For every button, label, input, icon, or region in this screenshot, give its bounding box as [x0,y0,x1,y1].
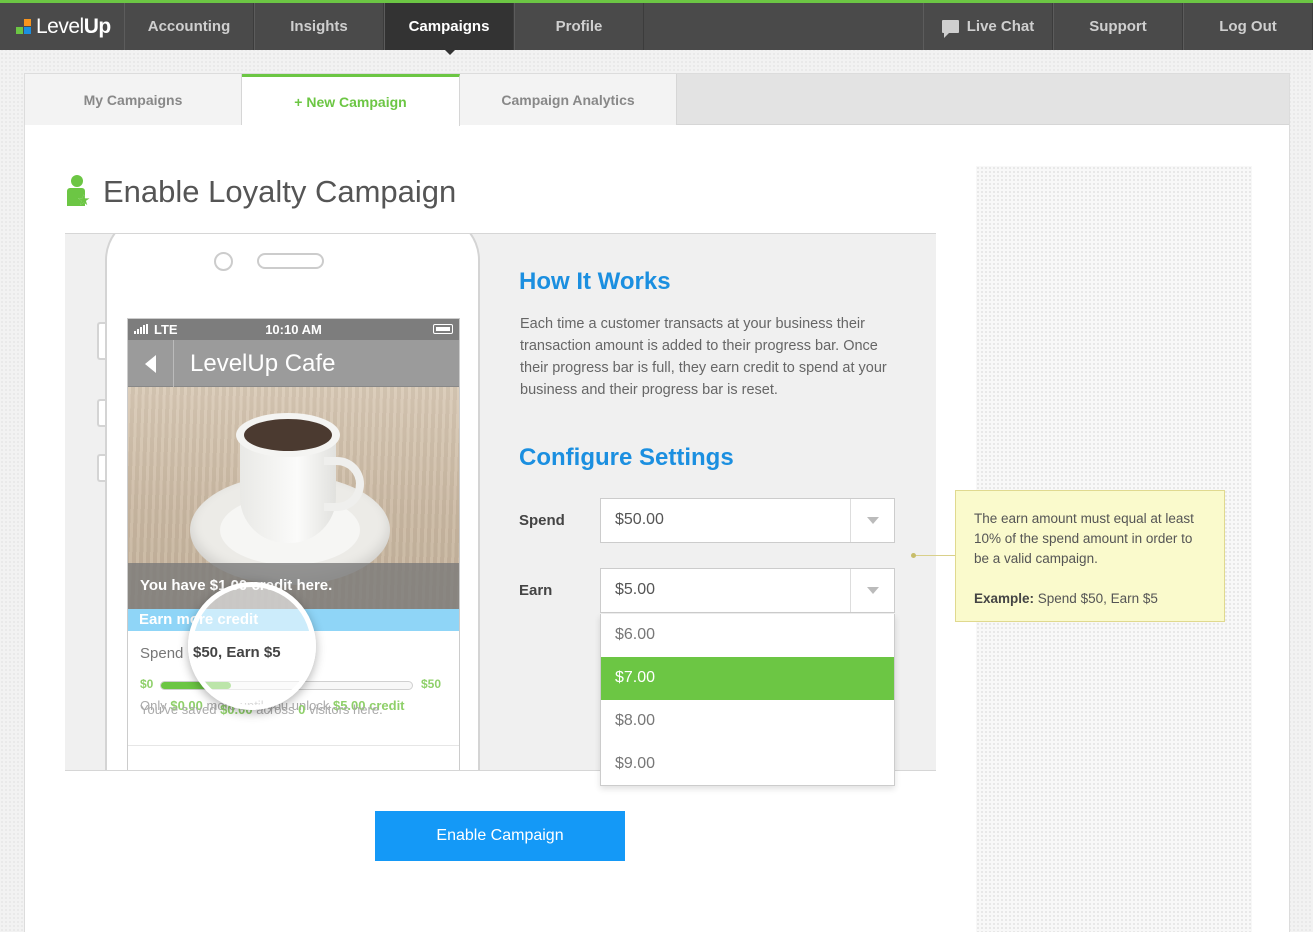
back-arrow-icon [128,340,174,387]
earn-options-list: $6.00 $7.00 $8.00 $9.00 [600,614,895,786]
progress-min-label: $0 [140,677,154,691]
magnified-spend-earn: $50, Earn $5 [193,644,281,661]
campaign-panel: My Campaigns + New Campaign Campaign Ana… [24,73,1290,932]
spend-select[interactable]: $50.00 [600,498,895,543]
earn-select[interactable]: $5.00 [600,568,895,613]
phone-mute-button [97,322,105,360]
page-title: Enable Loyalty Campaign [103,174,457,209]
coffee-photo: You have $1.00 credit here. [128,387,459,609]
how-it-works-text: Each time a customer transacts at your b… [520,316,887,398]
status-time: 10:10 AM [265,322,322,337]
enable-campaign-button[interactable]: Enable Campaign [375,811,625,861]
nav-insights[interactable]: Insights [254,3,384,50]
phone-speaker-icon [257,253,324,269]
nav-campaigns[interactable]: Campaigns [384,3,514,50]
nav-accounting[interactable]: Accounting [124,3,254,50]
active-nav-caret-icon [442,47,458,55]
logo-text: LevelUp [36,14,111,38]
battery-icon [433,324,453,334]
phone-volume-down-button [97,454,105,482]
phone-volume-up-button [97,399,105,427]
spend-value: $50.00 [615,511,664,528]
nav-live-chat[interactable]: Live Chat [923,3,1053,50]
phone-camera-icon [214,252,233,271]
how-it-works-heading: How It Works [519,268,671,295]
logo-mark-icon [16,18,32,35]
spend-label: Spend [519,512,565,529]
tab-my-campaigns[interactable]: My Campaigns [25,74,242,125]
note-connector [911,553,955,558]
configure-settings-heading: Configure Settings [519,444,734,471]
earn-option[interactable]: $9.00 [601,743,894,786]
tab-campaign-analytics[interactable]: Campaign Analytics [460,74,677,125]
earn-option-highlighted[interactable]: $7.00 [601,657,894,700]
chat-bubble-icon [941,20,959,38]
earn-label: Earn [519,582,553,599]
app-header: LevelUp Cafe [128,340,459,387]
nav-support[interactable]: Support [1053,3,1183,50]
phone-screen: LTE 10:10 AM LevelUp Cafe You have here.… [127,318,460,770]
nav-logout[interactable]: Log Out [1183,3,1313,50]
levelup-logo[interactable]: LevelUp [0,3,124,50]
chevron-down-icon[interactable] [850,499,894,542]
earn-value: $5.00 [615,581,656,598]
chevron-down-icon[interactable] [850,569,894,612]
live-chat-label: Live Chat [966,18,1035,35]
earn-option[interactable]: $6.00 [601,614,894,657]
app-title: LevelUp Cafe [190,350,336,377]
person-star-icon: ★ [65,175,90,209]
page-title-row: ★ Enable Loyalty Campaign [65,174,456,210]
top-nav-bar: LevelUp Accounting Insights Campaigns Pr… [0,0,1313,50]
spend-earn-line: Spend [140,645,184,662]
progress-max-label: $50 [420,677,441,691]
earn-option[interactable]: $8.00 [601,700,894,743]
note-text: The earn amount must equal at least 10% … [974,511,1194,566]
validation-note: The earn amount must equal at least 10% … [955,490,1225,622]
note-example: Example: Spend $50, Earn $5 [974,591,1158,606]
tab-bar: My Campaigns + New Campaign Campaign Ana… [25,74,1289,126]
nav-profile[interactable]: Profile [514,3,644,50]
phone-status-bar: LTE 10:10 AM [128,319,459,340]
tab-new-campaign[interactable]: + New Campaign [242,74,460,126]
